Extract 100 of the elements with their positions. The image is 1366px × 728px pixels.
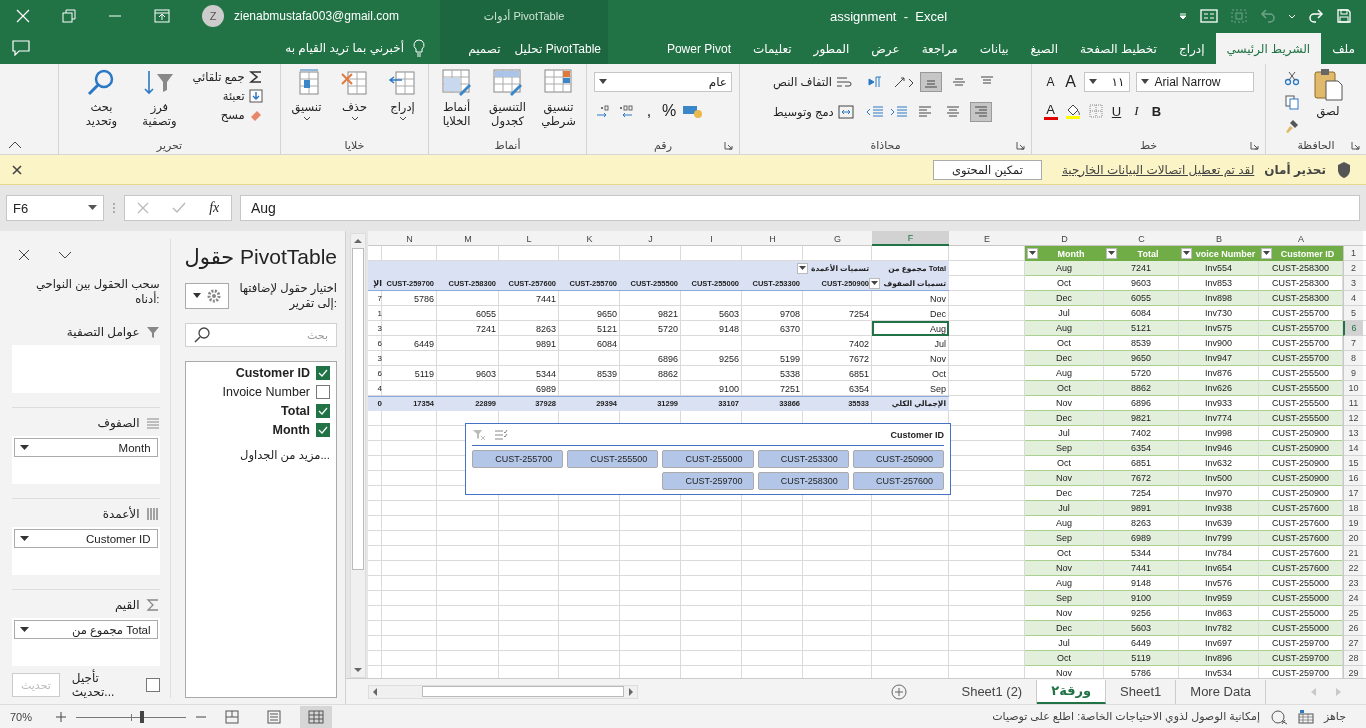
- vertical-scrollbar[interactable]: [350, 233, 366, 678]
- form-icon[interactable]: [1200, 8, 1218, 24]
- shrink-font-button[interactable]: A: [1043, 75, 1058, 89]
- slicer-item[interactable]: CUST-253300: [757, 450, 849, 468]
- checkbox[interactable]: [316, 385, 330, 399]
- ribbon-tab[interactable]: عرض: [860, 34, 911, 64]
- wrap-text-button[interactable]: التفاف النص: [773, 75, 852, 89]
- column-header[interactable]: K: [559, 231, 620, 246]
- row-header[interactable]: 4: [1343, 291, 1363, 306]
- scroll-down-icon[interactable]: [354, 667, 362, 673]
- zoom-slider-thumb[interactable]: [140, 710, 145, 723]
- row-header[interactable]: 15: [1343, 456, 1363, 471]
- ribbon-tab[interactable]: بيانات: [968, 34, 1020, 64]
- sheet-tab[interactable]: More Data: [1176, 679, 1266, 704]
- field-settings-button[interactable]: [184, 283, 229, 309]
- grow-font-button[interactable]: A: [1063, 73, 1078, 91]
- multi-select-icon[interactable]: [494, 429, 508, 441]
- sigma-icon[interactable]: [248, 70, 263, 84]
- collapse-ribbon-icon[interactable]: [8, 141, 22, 149]
- caret-icon[interactable]: [20, 444, 29, 451]
- checkbox[interactable]: [316, 404, 330, 418]
- row-header[interactable]: 19: [1343, 516, 1363, 531]
- column-header[interactable]: F: [872, 231, 949, 246]
- delete-cells-icon[interactable]: [339, 68, 370, 98]
- field-label[interactable]: Customer ID: [235, 366, 310, 380]
- defer-update-label[interactable]: تأجيل تحديث...: [71, 671, 140, 699]
- ribbon-tab[interactable]: تخطيط الصفحة: [1069, 34, 1168, 64]
- ribbon-button-label[interactable]: تنسيق شرطي: [537, 100, 580, 128]
- caret-icon[interactable]: [1088, 79, 1097, 85]
- scroll-left-icon[interactable]: [372, 687, 378, 696]
- slicer-item[interactable]: CUST-255500: [567, 450, 659, 468]
- zoom-level[interactable]: 70%: [10, 710, 33, 723]
- row-header[interactable]: 20: [1343, 531, 1363, 546]
- row-header[interactable]: 29: [1343, 666, 1363, 678]
- column-header[interactable]: I: [681, 231, 742, 246]
- column-header[interactable]: G: [803, 231, 872, 246]
- format-painter-icon[interactable]: [1284, 118, 1300, 134]
- checkbox[interactable]: [316, 423, 330, 437]
- restore-icon[interactable]: [62, 9, 76, 23]
- row-header[interactable]: 24: [1343, 591, 1363, 606]
- column-header[interactable]: E: [949, 231, 1025, 246]
- table-format-icon[interactable]: [491, 68, 524, 98]
- ribbon-small-button[interactable]: تعبئة: [222, 89, 245, 103]
- horizontal-scrollbar[interactable]: [368, 684, 638, 699]
- row-header[interactable]: 27: [1343, 636, 1363, 651]
- align-bottom-button[interactable]: [919, 72, 942, 92]
- row-header[interactable]: 28: [1343, 651, 1363, 666]
- column-header[interactable]: J: [620, 231, 681, 246]
- row-header[interactable]: 2: [1343, 261, 1363, 276]
- sheet-tab[interactable]: ورقة٢: [1037, 679, 1107, 704]
- zoom-in-icon[interactable]: [56, 711, 67, 722]
- row-header[interactable]: 25: [1343, 606, 1363, 621]
- tell-me-search[interactable]: أخبرني بما تريد القيام به: [285, 41, 404, 55]
- dialog-launcher-icon[interactable]: [1250, 141, 1259, 150]
- column-header[interactable]: C: [1104, 231, 1179, 246]
- accessibility-icon[interactable]: [1269, 708, 1288, 725]
- ribbon-tab[interactable]: ملف: [1321, 34, 1366, 64]
- font-size-field[interactable]: ١١: [1083, 72, 1130, 92]
- normal-view-button[interactable]: [300, 705, 333, 728]
- caret-icon[interactable]: [302, 116, 311, 121]
- row-header[interactable]: 3: [1343, 276, 1363, 291]
- row-header[interactable]: 21: [1343, 546, 1363, 561]
- bold-button[interactable]: B: [1149, 103, 1164, 119]
- caret-icon[interactable]: [20, 626, 29, 633]
- more-tables-link[interactable]: مزيد من الجداول...: [240, 448, 330, 462]
- close-icon[interactable]: [18, 249, 30, 261]
- caret-icon[interactable]: [1140, 79, 1149, 85]
- column-header[interactable]: L: [499, 231, 559, 246]
- field-label[interactable]: Total: [281, 404, 310, 418]
- ribbon-display-icon[interactable]: [154, 9, 170, 23]
- row-header[interactable]: 26: [1343, 621, 1363, 636]
- decrease-indent-icon[interactable]: [865, 105, 884, 119]
- italic-button[interactable]: I: [1129, 103, 1144, 119]
- currency-icon[interactable]: [682, 103, 705, 119]
- row-header[interactable]: 13: [1343, 426, 1363, 441]
- enable-content-button[interactable]: تمكين المحتوى: [933, 159, 1042, 180]
- ribbon-small-button[interactable]: مسح: [220, 108, 245, 122]
- slicer-item[interactable]: CUST-250900: [852, 450, 944, 468]
- column-header[interactable]: N: [382, 231, 437, 246]
- slicer-item[interactable]: CUST-257600: [852, 472, 944, 490]
- zoom-slider[interactable]: [76, 709, 187, 724]
- area-field-item[interactable]: Month: [14, 438, 158, 457]
- row-header[interactable]: 8: [1343, 351, 1363, 366]
- ribbon-button-label[interactable]: أنماط الخلايا: [435, 100, 478, 128]
- merge-center-button[interactable]: دمج وتوسيط: [773, 105, 854, 119]
- dialog-launcher-icon[interactable]: [1351, 141, 1360, 150]
- row-header[interactable]: 5: [1343, 306, 1363, 321]
- scroll-right-icon[interactable]: [628, 687, 634, 696]
- percent-button[interactable]: %: [662, 102, 677, 120]
- ribbon-button-label[interactable]: التنسيق كجدول: [486, 100, 529, 128]
- caret-icon[interactable]: [350, 116, 359, 121]
- caret-icon[interactable]: [20, 535, 29, 542]
- fill-color-icon[interactable]: [1063, 102, 1082, 120]
- ribbon-button-label[interactable]: تنسيق: [291, 100, 322, 114]
- number-format-field[interactable]: عام: [594, 72, 732, 92]
- column-header[interactable]: H: [742, 231, 803, 246]
- chevron-down-icon[interactable]: [58, 251, 72, 259]
- area-field-item[interactable]: مجموع من Total: [14, 620, 158, 639]
- dialog-launcher-icon[interactable]: [1016, 141, 1025, 150]
- columns-area-box[interactable]: Customer ID: [12, 527, 160, 575]
